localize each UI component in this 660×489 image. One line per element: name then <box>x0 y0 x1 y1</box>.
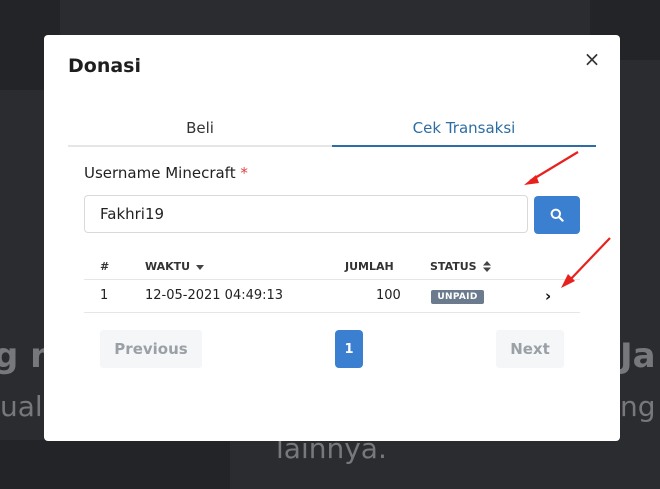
chevron-right-icon[interactable]: › <box>545 287 551 305</box>
next-page-button[interactable]: Next <box>496 330 564 368</box>
column-header-jumlah: JUMLAH <box>345 260 394 273</box>
sort-descending-icon <box>196 264 205 270</box>
column-header-status-label: STATUS <box>430 260 477 273</box>
tab-bar: Beli Cek Transaksi <box>68 111 596 147</box>
background-text: Ja <box>620 336 656 376</box>
sort-icon <box>482 261 491 272</box>
cell-jumlah: 100 <box>376 288 401 303</box>
column-header-no: # <box>100 260 109 273</box>
column-header-status[interactable]: STATUS <box>430 260 491 273</box>
search-button[interactable] <box>534 196 580 234</box>
cell-no: 1 <box>100 288 109 303</box>
search-icon <box>550 208 564 222</box>
column-header-no-label: # <box>100 260 110 273</box>
background-block <box>0 440 230 489</box>
previous-page-button[interactable]: Previous <box>100 330 202 368</box>
tab-cek-transaksi[interactable]: Cek Transaksi <box>332 111 596 147</box>
tab-beli[interactable]: Beli <box>68 111 332 147</box>
page-1-button[interactable]: 1 <box>335 330 363 368</box>
required-mark: * <box>240 164 248 182</box>
username-label-text: Username Minecraft <box>84 164 236 182</box>
table-divider <box>84 312 580 313</box>
close-button[interactable]: × <box>582 47 602 71</box>
close-icon: × <box>583 47 601 71</box>
table-divider <box>84 279 580 280</box>
donation-modal: Donasi × Beli Cek Transaksi Username Min… <box>44 35 620 441</box>
column-header-waktu-label: WAKTU <box>145 260 191 273</box>
username-input[interactable]: Fakhri19 <box>84 195 528 233</box>
modal-title: Donasi <box>68 55 141 77</box>
background-text: ual <box>0 390 43 423</box>
column-header-jumlah-label: JUMLAH <box>345 260 394 273</box>
background-text: ng <box>620 390 656 423</box>
column-header-waktu[interactable]: WAKTU <box>145 260 205 273</box>
username-label: Username Minecraft * <box>84 164 248 182</box>
cell-waktu: 12-05-2021 04:49:13 <box>145 288 284 303</box>
status-badge: UNPAID <box>431 290 484 304</box>
